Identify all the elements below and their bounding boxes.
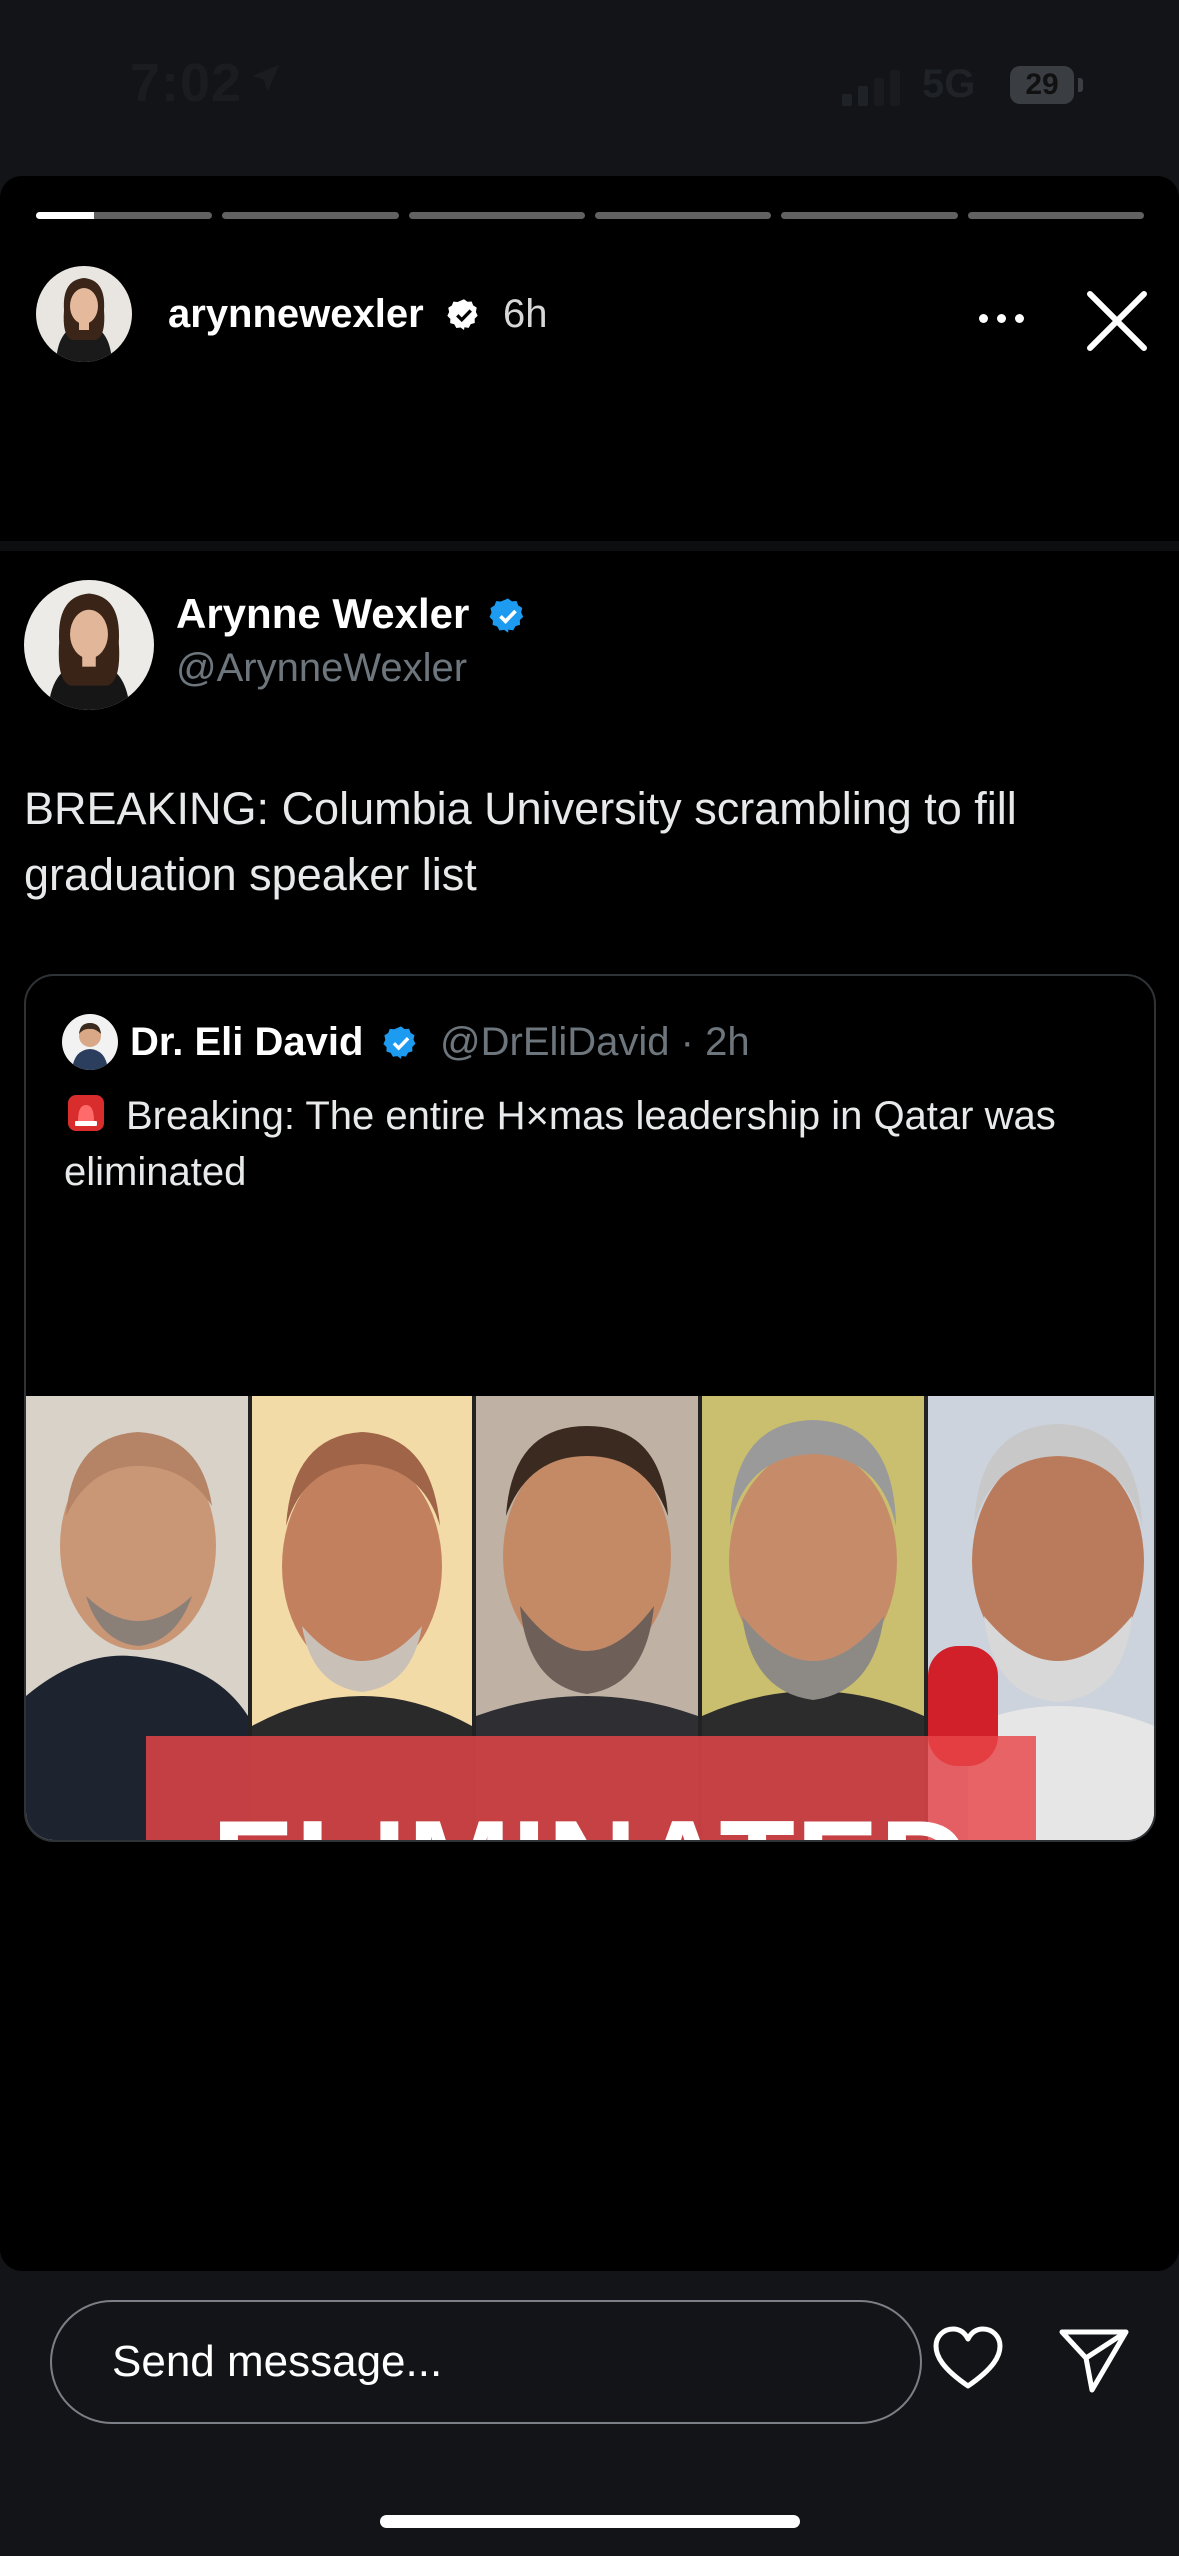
quoted-author-name: Dr. Eli David bbox=[130, 1020, 364, 1064]
location-arrow-icon bbox=[252, 64, 280, 92]
story-progress-segment bbox=[967, 212, 1144, 219]
story-username[interactable]: arynnewexler bbox=[168, 292, 424, 337]
send-message-input[interactable] bbox=[50, 2300, 922, 2424]
story-progress bbox=[36, 212, 1144, 220]
story-avatar[interactable] bbox=[36, 266, 132, 362]
tweet-avatar bbox=[24, 580, 154, 710]
tweet-author-handle: @ArynneWexler bbox=[176, 646, 468, 690]
quoted-tweet-text: Breaking: The entire H×mas leadership in… bbox=[64, 1088, 1124, 1200]
send-icon[interactable] bbox=[1054, 2320, 1134, 2400]
story-progress-segment bbox=[594, 212, 772, 219]
tweet-author-name: Arynne Wexler bbox=[176, 590, 470, 637]
story-progress-fill bbox=[36, 212, 95, 219]
quoted-tweet-text-body: Breaking: The entire H×mas leadership in… bbox=[64, 1094, 1056, 1194]
siren-emoji-icon bbox=[68, 1095, 104, 1131]
network-label: 5G bbox=[922, 62, 976, 106]
more-icon[interactable] bbox=[966, 298, 1036, 338]
battery-icon: 29 bbox=[1010, 66, 1074, 104]
battery-tip bbox=[1078, 78, 1083, 92]
quoted-tweet-image: ELIMINATED bbox=[26, 1396, 1154, 1840]
tweet-text: BREAKING: Columbia University scrambling… bbox=[24, 783, 1017, 900]
verified-badge-icon bbox=[489, 598, 524, 633]
verified-badge-icon bbox=[447, 299, 478, 330]
story-progress-segment bbox=[408, 212, 585, 219]
home-indicator bbox=[380, 2515, 800, 2528]
verified-badge-icon bbox=[383, 1026, 416, 1059]
story-viewer[interactable]: arynnewexler 6h Arynne Wexler @ArynneWex… bbox=[0, 176, 1179, 2271]
quoted-tweet: Dr. Eli David @DrEliDavid · 2h Breaking:… bbox=[24, 974, 1156, 1842]
eliminated-banner-text: ELIMINATED bbox=[146, 1794, 1036, 1840]
story-progress-segment bbox=[222, 212, 399, 219]
story-progress-segment bbox=[36, 212, 213, 219]
close-icon[interactable] bbox=[1082, 286, 1152, 356]
status-bar: 7:02 5G 29 bbox=[0, 0, 1179, 170]
signal-icon bbox=[842, 70, 902, 106]
quoted-author-meta: @DrEliDavid · 2h bbox=[440, 1020, 750, 1064]
story-progress-segment bbox=[781, 212, 958, 219]
quoted-tweet-avatar bbox=[62, 1014, 118, 1070]
story-divider bbox=[0, 541, 1179, 551]
heart-icon[interactable] bbox=[928, 2320, 1008, 2400]
status-time: 7:02 bbox=[130, 53, 243, 113]
story-time-ago: 6h bbox=[503, 292, 548, 336]
